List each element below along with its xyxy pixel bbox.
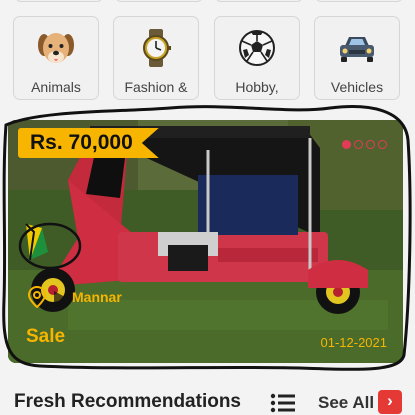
section-title: Fresh Recommendations [14, 391, 241, 412]
slide-dot[interactable] [366, 140, 375, 149]
category-grid: Animals Fashion & Hobby, Vehicles [13, 16, 403, 102]
list-view-icon[interactable] [270, 393, 296, 413]
category-label: Vehicles [330, 79, 384, 95]
previous-category-tile[interactable] [15, 0, 103, 2]
play-icon [54, 291, 65, 303]
dog-icon [38, 33, 74, 63]
category-label: Fashion & [124, 79, 188, 95]
location-pin-icon [28, 286, 46, 308]
price-tag: Rs. 70,000 [18, 128, 159, 158]
slide-dot[interactable] [378, 140, 387, 149]
listing-date: 01-12-2021 [320, 335, 388, 350]
car-icon [340, 37, 374, 62]
category-animals[interactable]: Animals [13, 16, 99, 100]
category-hobby[interactable]: Hobby, [214, 16, 300, 100]
watch-icon [143, 29, 171, 67]
listing-card[interactable]: Rs. 70,000 Mannar Sale 01-12-2021 [8, 120, 403, 363]
previous-category-tile[interactable] [215, 0, 303, 2]
category-fashion[interactable]: Fashion & [113, 16, 199, 100]
previous-category-tile[interactable] [115, 0, 203, 2]
slide-dot[interactable] [354, 140, 363, 149]
soccer-ball-icon [239, 30, 275, 66]
listing-type: Sale [26, 326, 66, 347]
listing-location: Mannar [28, 286, 122, 308]
category-label: Animals [31, 79, 81, 95]
category-label: Hobby, [235, 79, 279, 95]
previous-row-edge [0, 0, 415, 2]
category-vehicles[interactable]: Vehicles [314, 16, 400, 100]
slide-dot-active[interactable] [342, 140, 351, 149]
see-all-link[interactable]: See All [318, 393, 374, 413]
chevron-right-icon[interactable]: › [378, 390, 402, 414]
image-slide-indicator [342, 140, 387, 149]
previous-category-tile[interactable] [315, 0, 403, 2]
location-text: Mannar [72, 289, 122, 305]
